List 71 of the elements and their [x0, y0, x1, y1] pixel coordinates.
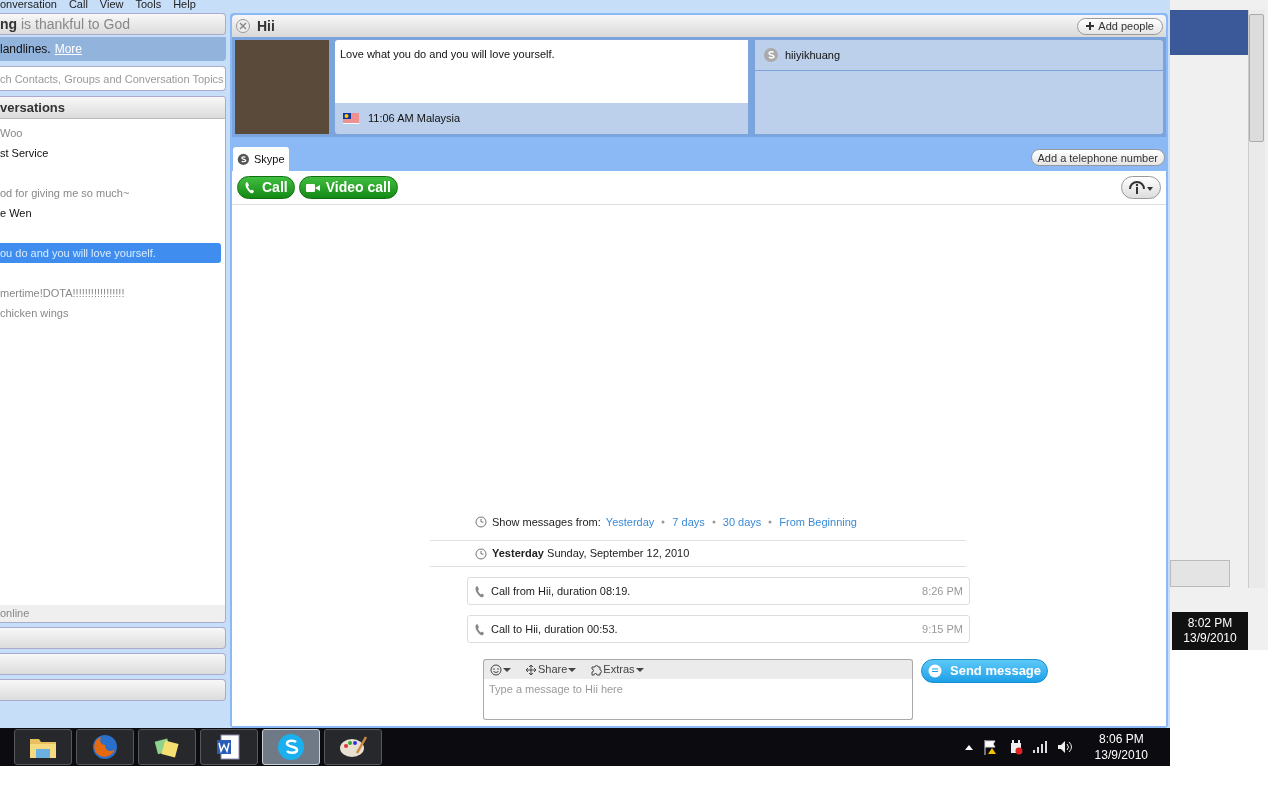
conversation-item[interactable]: Woo [0, 123, 221, 143]
call-event-text: Call to Hii, duration 00:53. [491, 621, 619, 637]
chevron-up-icon [964, 744, 973, 750]
taskbar-app-button[interactable] [14, 729, 72, 765]
history-range-link[interactable]: From Beginning [779, 513, 857, 531]
mood-message: Love what you do and you will love yourself. [335, 40, 748, 103]
flag-icon [343, 113, 359, 124]
share-menu-button[interactable]: Share [525, 661, 577, 678]
conversation-item[interactable]: st Service [0, 143, 221, 163]
conversation-item[interactable]: chicken wings [0, 303, 221, 323]
show-messages-label: Show messages from: [492, 514, 601, 530]
history-range-link[interactable]: Yesterday [605, 513, 655, 531]
search-field[interactable]: ch Contacts, Groups and Conversation Topics [0, 66, 226, 91]
taskbar-clock[interactable]: 8:06 PM 13/9/2010 [1094, 731, 1148, 763]
info-menu-button[interactable] [1121, 176, 1161, 199]
clock-date: 13/9/2010 [1183, 631, 1237, 646]
panel-title: versations [0, 97, 225, 119]
local-time: 11:06 AM Malaysia [368, 111, 461, 127]
taskbar-app-button[interactable] [200, 729, 258, 765]
video-camera-icon [305, 182, 320, 193]
extras-menu-button[interactable]: Extras [590, 661, 644, 678]
volume-icon [1056, 740, 1073, 754]
message-input[interactable]: Type a message to Hii here [483, 679, 913, 720]
clock-icon [475, 516, 487, 528]
skype-name: hiiyikhuang [785, 47, 841, 63]
phone-icon [474, 622, 485, 636]
menu-item[interactable]: Help [173, 0, 196, 10]
menu-item[interactable]: Tools [135, 0, 162, 10]
power-plug-icon [1008, 739, 1023, 755]
flag-warning-icon [982, 739, 999, 755]
phone-icon [474, 584, 485, 598]
puzzle-icon [590, 663, 603, 676]
history-range-link[interactable]: 30 days [722, 513, 762, 531]
conversation-item[interactable]: e Wen [0, 203, 221, 223]
skype-icon [237, 152, 250, 166]
close-icon [235, 18, 251, 34]
menu-item[interactable]: onversation [0, 0, 57, 10]
signal-bars-icon [1032, 741, 1047, 753]
speech-bubble-icon [928, 664, 942, 678]
emoticon-menu-button[interactable] [490, 663, 511, 676]
call-event-text: Call from Hii, duration 08:19. [491, 583, 632, 599]
day-heading: Yesterday Sunday, September 12, 2010 [492, 546, 690, 562]
online-count: online [0, 605, 225, 622]
contact-name: Hii [257, 16, 275, 36]
skype-icon [275, 731, 307, 763]
add-people-button[interactable]: Add people [1077, 17, 1163, 35]
taskbar-app-button[interactable] [138, 729, 196, 765]
taskbar-app-button[interactable] [324, 729, 382, 765]
skype-icon [763, 47, 779, 63]
status-text: ng is thankful to God [0, 14, 130, 34]
history-range-link[interactable]: 7 days [672, 513, 705, 531]
scrollbar-thumb[interactable] [1249, 14, 1264, 142]
caret-icon [568, 666, 577, 673]
conversation-item[interactable]: od for giving me so much~ [0, 183, 221, 203]
smiley-icon [490, 663, 502, 676]
skype-tab[interactable]: Skype [233, 147, 289, 171]
clock-icon [475, 547, 487, 560]
menu-item[interactable]: View [99, 0, 124, 10]
call-event-time: 9:15 PM [922, 621, 963, 637]
phone-icon [244, 181, 256, 194]
caret-icon [503, 666, 511, 673]
menu-item[interactable]: Call [68, 0, 88, 10]
info-icon [1128, 180, 1154, 195]
clock-time: 8:02 PM [1187, 616, 1233, 631]
add-telephone-number-button[interactable]: Add a telephone number [1030, 149, 1165, 166]
promo-text: landlines. [0, 41, 51, 58]
plus-icon [1086, 22, 1095, 30]
four-arrows-icon [525, 663, 537, 676]
caret-icon [635, 666, 644, 673]
call-event-time: 8:26 PM [922, 583, 963, 599]
conversation-item[interactable]: mertime!DOTA!!!!!!!!!!!!!!!!! [0, 283, 221, 303]
